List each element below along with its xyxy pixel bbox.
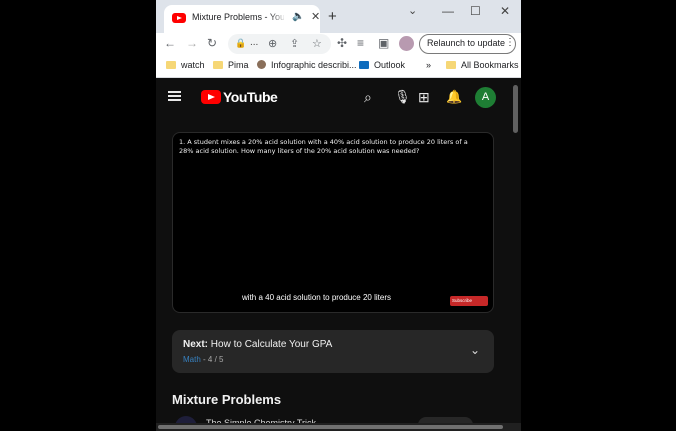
lock-icon: 🔒	[235, 38, 247, 48]
bookmarks-overflow[interactable]: »	[426, 60, 431, 70]
youtube-favicon-icon	[172, 13, 186, 23]
tab-youtube[interactable]: Mixture Problems - YouTube 🔈 ✕	[164, 5, 320, 33]
back-arrow-icon[interactable]: ←	[164, 36, 176, 50]
install-app-icon[interactable]: ⊕	[268, 37, 277, 50]
minimize-button[interactable]: —	[442, 4, 454, 18]
relaunch-label: Relaunch to update	[427, 38, 506, 48]
maximize-button[interactable]: ☐	[470, 4, 481, 18]
bookmark-all[interactable]: All Bookmarks	[446, 60, 519, 70]
video-caption: with a 40 acid solution to produce 20 li…	[242, 293, 391, 302]
tab-strip: Mixture Problems - YouTube 🔈 ✕ + ⌄ — ☐ ✕	[156, 0, 521, 33]
video-player[interactable]: 1. A student mixes a 20% acid solution w…	[172, 132, 494, 313]
profile-icon	[257, 60, 266, 69]
next-video-card[interactable]: Next: How to Calculate Your GPA Math - 4…	[172, 330, 494, 373]
profile-avatar[interactable]	[399, 36, 414, 51]
tab-search-icon[interactable]: ⌄	[408, 4, 417, 17]
menu-hamburger-icon[interactable]	[168, 91, 181, 101]
playlist-title: Mixture Problems	[172, 392, 282, 407]
kebab-menu-icon[interactable]: ⋮	[505, 37, 515, 48]
youtube-header: YouTube ⌕ 🎙 ⊞ 🔔 A	[156, 78, 521, 118]
bookmark-star-icon[interactable]: ☆	[312, 37, 322, 50]
next-video-title: Next: How to Calculate Your GPA	[183, 339, 333, 350]
reading-list-icon[interactable]: ≡	[357, 36, 364, 50]
subscribe-watermark[interactable]: Subscribe	[450, 296, 488, 306]
url-truncated: ...	[250, 37, 259, 48]
bookmark-infographic[interactable]: Infographic describi...	[257, 60, 357, 70]
youtube-logo-text[interactable]: YouTube	[223, 89, 278, 105]
bookmark-outlook[interactable]: Outlook	[359, 60, 405, 70]
close-window-button[interactable]: ✕	[500, 4, 510, 18]
new-tab-button[interactable]: +	[328, 8, 337, 25]
address-bar[interactable]: 🔒 ... ⊕ ⇪ ☆	[228, 34, 331, 54]
bookmarks-bar: watch Pima Infographic describi... Outlo…	[156, 55, 521, 78]
bookmark-pima[interactable]: Pima	[213, 60, 249, 70]
video-problem-text: 1. A student mixes a 20% acid solution w…	[179, 138, 468, 155]
youtube-logo-icon[interactable]	[201, 90, 221, 104]
chevron-down-icon[interactable]: ⌄	[470, 343, 480, 357]
share-icon[interactable]: ⇪	[290, 37, 299, 50]
browser-window: Mixture Problems - YouTube 🔈 ✕ + ⌄ — ☐ ✕…	[156, 0, 521, 431]
browser-toolbar: ← → ↻ 🔒 ... ⊕ ⇪ ☆ ✣ ≡ ▣ Relaunch to upda…	[156, 33, 521, 55]
extensions-puzzle-icon[interactable]: ✣	[337, 36, 347, 50]
forward-arrow-icon[interactable]: →	[186, 36, 198, 50]
horizontal-scrollbar[interactable]	[156, 423, 521, 431]
folder-icon	[213, 61, 223, 69]
folder-icon	[166, 61, 176, 69]
reload-icon[interactable]: ↻	[207, 36, 217, 50]
create-video-icon[interactable]: ⊞	[418, 89, 430, 106]
search-icon[interactable]: ⌕	[364, 89, 372, 106]
speaker-icon[interactable]: 🔈	[292, 11, 304, 22]
bookmark-watch[interactable]: watch	[166, 60, 205, 70]
microphone-icon[interactable]: 🎙	[394, 89, 411, 105]
playlist-position: Math - 4 / 5	[183, 355, 224, 364]
outlook-icon	[359, 61, 369, 69]
folder-icon	[446, 61, 456, 69]
vertical-scrollbar[interactable]	[513, 85, 518, 133]
account-avatar[interactable]: A	[475, 87, 496, 108]
side-panel-icon[interactable]: ▣	[378, 36, 389, 50]
tab-close-icon[interactable]: ✕	[311, 10, 320, 23]
relaunch-button[interactable]: Relaunch to update ⋮	[419, 34, 516, 54]
notifications-bell-icon[interactable]: 🔔	[446, 89, 462, 105]
